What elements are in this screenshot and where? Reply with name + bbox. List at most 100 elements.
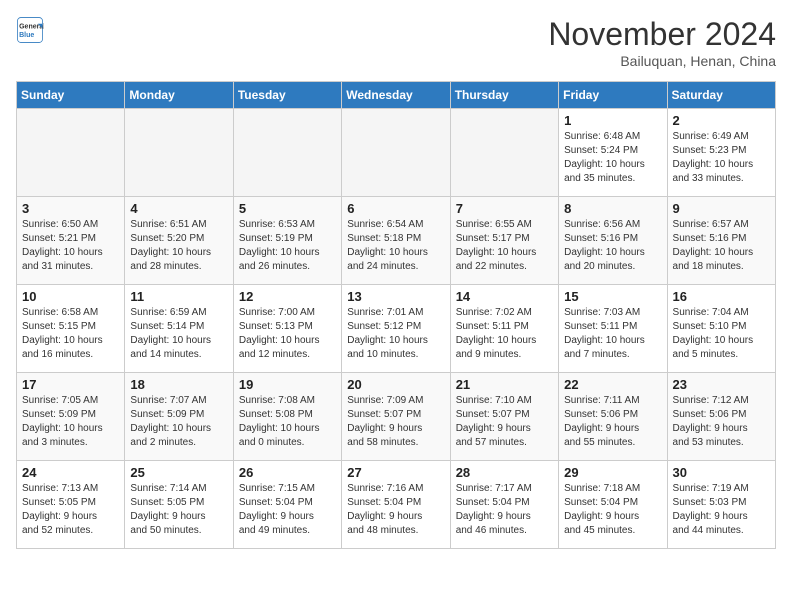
day-number: 17 [22,377,119,392]
day-info: Sunrise: 7:10 AM Sunset: 5:07 PM Dayligh… [456,394,553,450]
calendar-cell: 16 Sunrise: 7:04 AM Sunset: 5:10 PM Dayli… [667,285,775,373]
calendar-cell: 26 Sunrise: 7:15 AM Sunset: 5:04 PM Dayli… [233,461,341,549]
calendar-cell: 20 Sunrise: 7:09 AM Sunset: 5:07 PM Dayli… [342,373,450,461]
calendar-week-row: 10Sunrise: 6:58 AM Sunset: 5:15 PM Dayli… [17,285,776,373]
logo-icon: General Blue [16,16,44,44]
location-subtitle: Bailuquan, Henan, China [548,53,776,69]
day-info: Sunrise: 7:07 AM Sunset: 5:09 PM Dayligh… [130,394,227,450]
day-info: Sunrise: 6:51 AM Sunset: 5:20 PM Dayligh… [130,218,227,274]
day-number: 10 [22,289,119,304]
calendar-cell: 7 Sunrise: 6:55 AM Sunset: 5:17 PM Daylig… [450,197,558,285]
day-number: 1 [564,113,661,128]
calendar-cell [450,109,558,197]
day-number: 15 [564,289,661,304]
calendar-cell [125,109,233,197]
day-info: Sunrise: 7:15 AM Sunset: 5:04 PM Dayligh… [239,482,336,538]
calendar-cell: 15 Sunrise: 7:03 AM Sunset: 5:11 PM Dayli… [559,285,667,373]
day-info: Sunrise: 7:12 AM Sunset: 5:06 PM Dayligh… [673,394,770,450]
day-info: Sunrise: 7:03 AM Sunset: 5:11 PM Dayligh… [564,306,661,362]
calendar-cell: 12 Sunrise: 7:00 AM Sunset: 5:13 PM Dayli… [233,285,341,373]
calendar-cell: 4 Sunrise: 6:51 AM Sunset: 5:20 PM Daylig… [125,197,233,285]
day-number: 19 [239,377,336,392]
day-info: Sunrise: 7:02 AM Sunset: 5:11 PM Dayligh… [456,306,553,362]
day-info: Sunrise: 7:04 AM Sunset: 5:10 PM Dayligh… [673,306,770,362]
day-info: Sunrise: 6:48 AM Sunset: 5:24 PM Dayligh… [564,130,661,186]
day-number: 24 [22,465,119,480]
calendar-cell: 13Sunrise: 7:01 AM Sunset: 5:12 PM Dayli… [342,285,450,373]
calendar-cell: 22 Sunrise: 7:11 AM Sunset: 5:06 PM Dayli… [559,373,667,461]
calendar-cell: 17 Sunrise: 7:05 AM Sunset: 5:09 PM Dayli… [17,373,125,461]
day-number: 21 [456,377,553,392]
day-number: 29 [564,465,661,480]
calendar-cell: 3 Sunrise: 6:50 AM Sunset: 5:21 PM Daylig… [17,197,125,285]
weekday-header-sunday: Sunday [17,82,125,109]
weekday-header-tuesday: Tuesday [233,82,341,109]
calendar-cell: 9Sunrise: 6:57 AM Sunset: 5:16 PM Daylig… [667,197,775,285]
weekday-header-saturday: Saturday [667,82,775,109]
day-number: 22 [564,377,661,392]
day-info: Sunrise: 7:11 AM Sunset: 5:06 PM Dayligh… [564,394,661,450]
day-number: 6 [347,201,444,216]
day-number: 4 [130,201,227,216]
day-info: Sunrise: 7:19 AM Sunset: 5:03 PM Dayligh… [673,482,770,538]
day-info: Sunrise: 7:16 AM Sunset: 5:04 PM Dayligh… [347,482,444,538]
day-number: 25 [130,465,227,480]
calendar-cell: 18 Sunrise: 7:07 AM Sunset: 5:09 PM Dayli… [125,373,233,461]
day-info: Sunrise: 6:59 AM Sunset: 5:14 PM Dayligh… [130,306,227,362]
calendar-cell [17,109,125,197]
day-number: 30 [673,465,770,480]
calendar-cell: 27Sunrise: 7:16 AM Sunset: 5:04 PM Dayli… [342,461,450,549]
weekday-header-thursday: Thursday [450,82,558,109]
page-header: General Blue November 2024 Bailuquan, He… [16,16,776,69]
day-info: Sunrise: 7:17 AM Sunset: 5:04 PM Dayligh… [456,482,553,538]
day-info: Sunrise: 7:09 AM Sunset: 5:07 PM Dayligh… [347,394,444,450]
logo: General Blue [16,16,44,44]
calendar-cell [342,109,450,197]
calendar-cell: 19 Sunrise: 7:08 AM Sunset: 5:08 PM Dayli… [233,373,341,461]
day-info: Sunrise: 6:54 AM Sunset: 5:18 PM Dayligh… [347,218,444,274]
calendar-cell [233,109,341,197]
day-info: Sunrise: 7:14 AM Sunset: 5:05 PM Dayligh… [130,482,227,538]
title-block: November 2024 Bailuquan, Henan, China [548,16,776,69]
calendar-cell: 11Sunrise: 6:59 AM Sunset: 5:14 PM Dayli… [125,285,233,373]
day-info: Sunrise: 6:53 AM Sunset: 5:19 PM Dayligh… [239,218,336,274]
month-title: November 2024 [548,16,776,53]
day-info: Sunrise: 7:00 AM Sunset: 5:13 PM Dayligh… [239,306,336,362]
day-number: 7 [456,201,553,216]
calendar-cell: 10Sunrise: 6:58 AM Sunset: 5:15 PM Dayli… [17,285,125,373]
calendar-week-row: 17 Sunrise: 7:05 AM Sunset: 5:09 PM Dayli… [17,373,776,461]
weekday-header-monday: Monday [125,82,233,109]
day-info: Sunrise: 7:05 AM Sunset: 5:09 PM Dayligh… [22,394,119,450]
day-info: Sunrise: 6:56 AM Sunset: 5:16 PM Dayligh… [564,218,661,274]
day-info: Sunrise: 6:49 AM Sunset: 5:23 PM Dayligh… [673,130,770,186]
day-info: Sunrise: 7:01 AM Sunset: 5:12 PM Dayligh… [347,306,444,362]
calendar-cell: 25 Sunrise: 7:14 AM Sunset: 5:05 PM Dayli… [125,461,233,549]
calendar-cell: 23 Sunrise: 7:12 AM Sunset: 5:06 PM Dayli… [667,373,775,461]
calendar-cell: 14Sunrise: 7:02 AM Sunset: 5:11 PM Dayli… [450,285,558,373]
day-number: 20 [347,377,444,392]
calendar-cell: 28 Sunrise: 7:17 AM Sunset: 5:04 PM Dayli… [450,461,558,549]
day-number: 2 [673,113,770,128]
day-number: 16 [673,289,770,304]
day-number: 28 [456,465,553,480]
calendar-cell: 29 Sunrise: 7:18 AM Sunset: 5:04 PM Dayli… [559,461,667,549]
day-info: Sunrise: 7:18 AM Sunset: 5:04 PM Dayligh… [564,482,661,538]
day-number: 23 [673,377,770,392]
calendar-cell: 21 Sunrise: 7:10 AM Sunset: 5:07 PM Dayli… [450,373,558,461]
day-info: Sunrise: 7:08 AM Sunset: 5:08 PM Dayligh… [239,394,336,450]
calendar-cell: 8 Sunrise: 6:56 AM Sunset: 5:16 PM Daylig… [559,197,667,285]
day-info: Sunrise: 6:50 AM Sunset: 5:21 PM Dayligh… [22,218,119,274]
weekday-header-wednesday: Wednesday [342,82,450,109]
weekday-header-row: SundayMondayTuesdayWednesdayThursdayFrid… [17,82,776,109]
day-number: 26 [239,465,336,480]
calendar-cell: 30 Sunrise: 7:19 AM Sunset: 5:03 PM Dayli… [667,461,775,549]
calendar-cell: 5Sunrise: 6:53 AM Sunset: 5:19 PM Daylig… [233,197,341,285]
day-info: Sunrise: 7:13 AM Sunset: 5:05 PM Dayligh… [22,482,119,538]
day-number: 12 [239,289,336,304]
weekday-header-friday: Friday [559,82,667,109]
day-info: Sunrise: 6:55 AM Sunset: 5:17 PM Dayligh… [456,218,553,274]
day-number: 3 [22,201,119,216]
calendar-week-row: 3 Sunrise: 6:50 AM Sunset: 5:21 PM Daylig… [17,197,776,285]
day-number: 18 [130,377,227,392]
day-number: 8 [564,201,661,216]
